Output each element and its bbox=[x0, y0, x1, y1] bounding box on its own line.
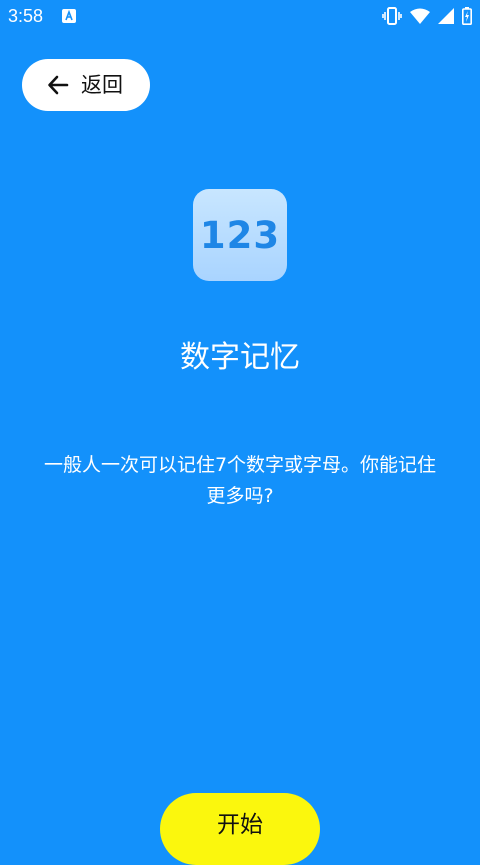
number-memory-icon: 123 bbox=[193, 189, 287, 281]
arrow-left-icon bbox=[48, 75, 69, 95]
back-button[interactable]: 返回 bbox=[22, 59, 150, 111]
app-notification-icon bbox=[62, 9, 76, 23]
signal-icon bbox=[438, 8, 454, 24]
wifi-icon bbox=[410, 8, 430, 24]
status-icons bbox=[382, 6, 472, 26]
app-icon-text: 123 bbox=[199, 213, 281, 257]
status-time: 3:58 bbox=[8, 6, 44, 26]
back-label: 返回 bbox=[81, 72, 123, 97]
vibrate-icon bbox=[382, 7, 402, 25]
description-text: 一般人一次可以记住7个数字或字母。你能记住更多吗? bbox=[43, 454, 437, 507]
status-bar: 3:58 bbox=[0, 0, 480, 34]
battery-charging-icon bbox=[462, 7, 472, 25]
page-title: 数字记忆 bbox=[180, 340, 300, 375]
start-label: 开始 bbox=[217, 812, 263, 838]
start-button[interactable]: 开始 bbox=[160, 793, 320, 865]
